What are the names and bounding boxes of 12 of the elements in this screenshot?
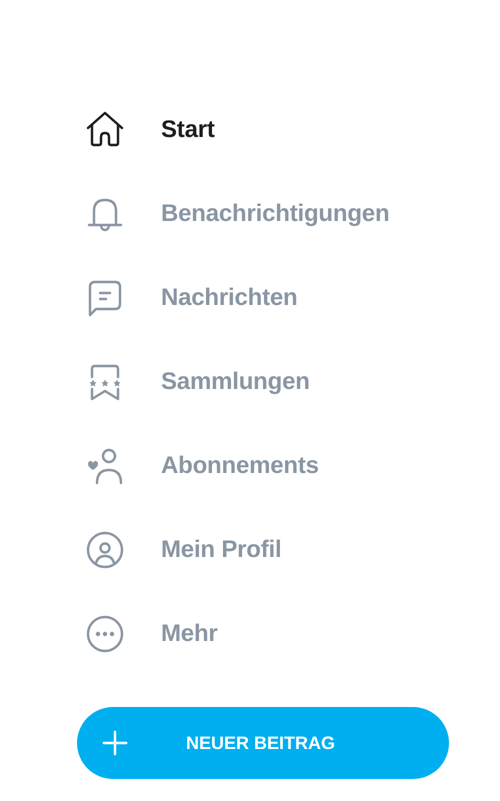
plus-icon [101, 729, 129, 757]
more-icon [85, 614, 125, 654]
profile-icon [85, 530, 125, 570]
nav-item[interactable]: Sammlungen [77, 358, 310, 406]
person-heart-icon [85, 446, 125, 486]
nav-item[interactable]: Start [77, 106, 215, 154]
nav-item[interactable]: Abonnements [77, 442, 319, 490]
nav-item[interactable]: Mein Profil [77, 526, 282, 574]
new-post-button[interactable]: NEUER BEITRAG [77, 707, 449, 779]
nav-item[interactable]: Nachrichten [77, 274, 298, 322]
nav-item[interactable]: Mehr [77, 610, 218, 658]
nav-item[interactable]: Benachrichtigungen [77, 190, 390, 238]
